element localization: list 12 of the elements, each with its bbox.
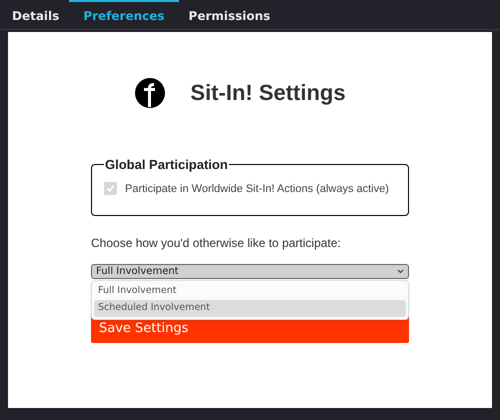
logo-icon [134,76,166,108]
dropdown-option[interactable]: Scheduled Involvement [94,300,406,317]
tab[interactable]: Details [2,0,70,29]
chevron-icon [397,269,404,274]
checkbox-label: Participate in Worldwide Sit-In! Actions (always active) [125,182,389,196]
participation-label: Choose how you'd otherwise like to participate: [91,235,342,252]
participation-select[interactable]: Full Involvement [91,264,409,279]
group-legend: Global Participation [104,155,229,174]
tab[interactable]: Permissions [178,0,280,29]
dropdown-option[interactable]: Full Involvement [94,283,406,300]
page-title: Sit-In! Settings [190,79,346,107]
tab[interactable]: Preferences [69,0,179,29]
